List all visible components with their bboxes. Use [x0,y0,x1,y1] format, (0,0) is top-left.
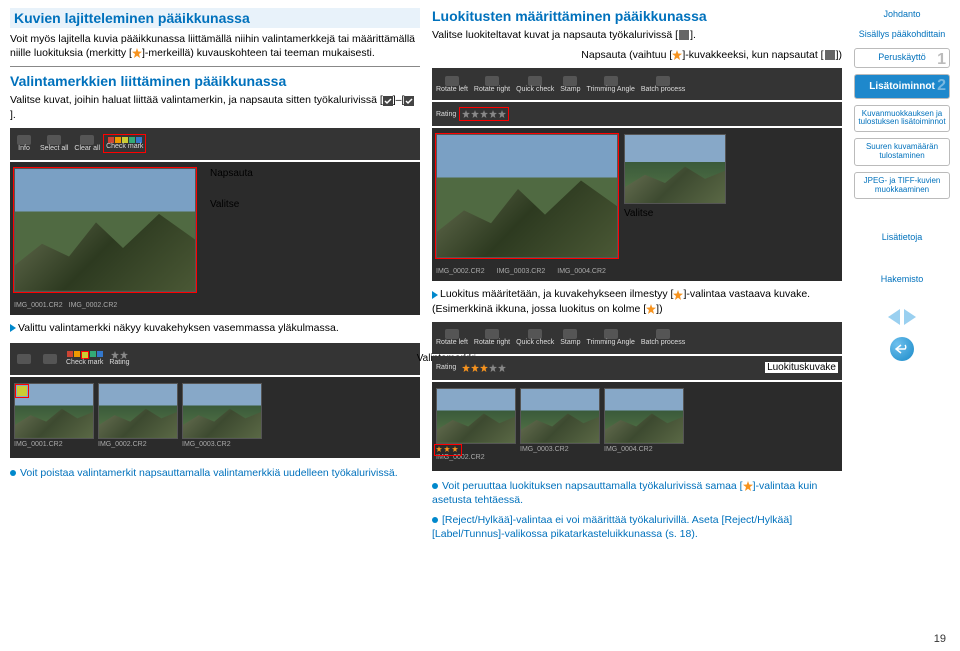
red-highlight [15,384,29,398]
thumb-cap: IMG_0003.CR2 [497,268,546,275]
nav-suuren[interactable]: Suuren kuvamäärän tulostaminen [854,138,950,166]
toolbar-select-all[interactable]: Select all [40,135,68,152]
nav-prev-next[interactable] [854,309,950,325]
thumb-cap: IMG_0002.CR2 [436,268,485,275]
left-heading-2: Valintamerkkien liittäminen pääikkunassa [10,73,420,89]
mid-para-1: Valitse luokiteltavat kuvat ja napsauta … [432,28,842,42]
arrow-icon [10,324,16,332]
page-number: 19 [934,633,946,645]
left-para-2: Valitse kuvat, joihin haluat liittää val… [10,93,420,121]
divider [10,66,420,67]
callout-napsauta: Napsauta [210,168,253,179]
nav-hakemisto[interactable]: Hakemisto [854,273,950,287]
toolbar-rotate-left[interactable]: Rotate left [436,76,468,93]
thumb-cap: IMG_0001.CR2 [14,302,63,309]
mid-tip-1: Voit peruuttaa luokituksen napsauttamall… [432,479,842,507]
txt: Valitse kuvat, joihin haluat liittää val… [10,94,383,106]
nav-kuvanmuokkaus[interactable]: Kuvanmuokkauksen ja tulostuksen lisätoim… [854,105,950,133]
toolbar-info[interactable]: Info [14,135,34,152]
mid-note-1: Luokitus määritetään, ja kuvakehykseen i… [432,287,842,315]
left-heading-1: Kuvien lajitteleminen pääikkunassa [10,8,420,28]
thumbnail[interactable]: IMG_0003.CR2 [520,388,598,461]
toolbar-check-mark[interactable]: Check mark [106,137,143,150]
nav-sisallys[interactable]: Sisällys pääkohdittain [854,28,950,42]
bullet-icon [432,517,438,523]
tip-1: Voit poistaa valintamerkit napsauttamall… [10,466,420,480]
star-icon [673,290,683,300]
nav-lisatoiminnot[interactable]: Lisätoiminnot2 [854,74,950,99]
toolbar-stamp[interactable]: Stamp [560,76,580,93]
note-1: Valittu valintamerkki näkyy kuvakehyksen… [10,321,420,335]
thumbnail[interactable]: IMG_0002.CR2 [98,383,176,448]
left-para-1: Voit myös lajitella kuvia pääikkunassa l… [10,32,420,60]
rating-stars[interactable] [462,110,506,118]
mid-heading-1: Luokitusten määrittäminen pääikkunassa [432,8,842,24]
toolbar-trimming[interactable]: Trimming Angle [586,76,634,93]
thumbnail[interactable] [624,134,724,204]
arrow-icon [432,291,438,299]
rating-screenshot-2: Rotate left Rotate right Quick check Sta… [432,322,842,471]
thumb-cap: IMG_0002.CR2 [69,302,118,309]
toolbar-screenshot-2: Check mark Rating Valintamerkki IMG_0001… [10,343,420,458]
red-highlight [459,107,509,121]
toolbar-screenshot-1: Info Select all Clear all Check mark [10,128,420,315]
callout-valitse: Valitse [210,199,253,210]
thumbnail[interactable]: IMG_0001.CR2 [14,383,92,448]
callout-luokituskuvake: Luokituskuvake [765,362,838,373]
nav-johdanto[interactable]: Johdanto [854,8,950,22]
star-icon [132,48,142,58]
square-icon [679,30,689,40]
nav-peruskaytto[interactable]: Peruskäyttö1 [854,48,950,68]
mid-tip-2: [Reject/Hylkää]-valintaa ei voi määrittä… [432,513,842,541]
txt: ]–[ [393,94,405,106]
txt: ]-merkeillä) kuvauskohteen tai teeman mu… [142,47,375,59]
mid-para-2: Napsauta (vaihtuu []-kuvakkeeksi, kun na… [432,48,842,62]
square-icon [825,50,835,60]
red-highlight [434,444,462,456]
red-highlight [13,167,197,293]
check-icon [404,96,414,106]
star-icon [743,481,753,491]
nav-back-button[interactable] [890,337,914,361]
prev-icon[interactable] [888,309,900,325]
rating-label: Rating [436,111,456,118]
star-icon [672,50,682,60]
thumbnail[interactable]: IMG_0002.CR2 [436,388,514,461]
large-thumbnail[interactable] [436,134,618,258]
thumbnail[interactable]: IMG_0003.CR2 [182,383,260,448]
toolbar-batch[interactable]: Batch process [641,76,685,93]
txt: ]. [10,109,16,121]
check-icon [383,96,393,106]
large-thumbnail[interactable] [14,168,196,292]
thumb-cap: IMG_0004.CR2 [557,268,606,275]
red-highlight [103,134,146,153]
rating-screenshot: Rotate left Rotate right Quick check Sta… [432,68,842,281]
next-icon[interactable] [904,309,916,325]
toolbar-clear-all[interactable]: Clear all [74,135,100,152]
nav-lisatietoja[interactable]: Lisätietoja [854,231,950,245]
bullet-icon [432,483,438,489]
bullet-icon [10,470,16,476]
toolbar-quick[interactable]: Quick check [516,76,554,93]
callout-valitse: Valitse [624,208,653,219]
star-icon [646,304,656,314]
toolbar-rotate-right[interactable]: Rotate right [474,76,510,93]
thumbnail[interactable]: IMG_0004.CR2 [604,388,682,461]
red-highlight [435,133,619,259]
nav-jpeg[interactable]: JPEG- ja TIFF-kuvien muokkaaminen [854,172,950,200]
